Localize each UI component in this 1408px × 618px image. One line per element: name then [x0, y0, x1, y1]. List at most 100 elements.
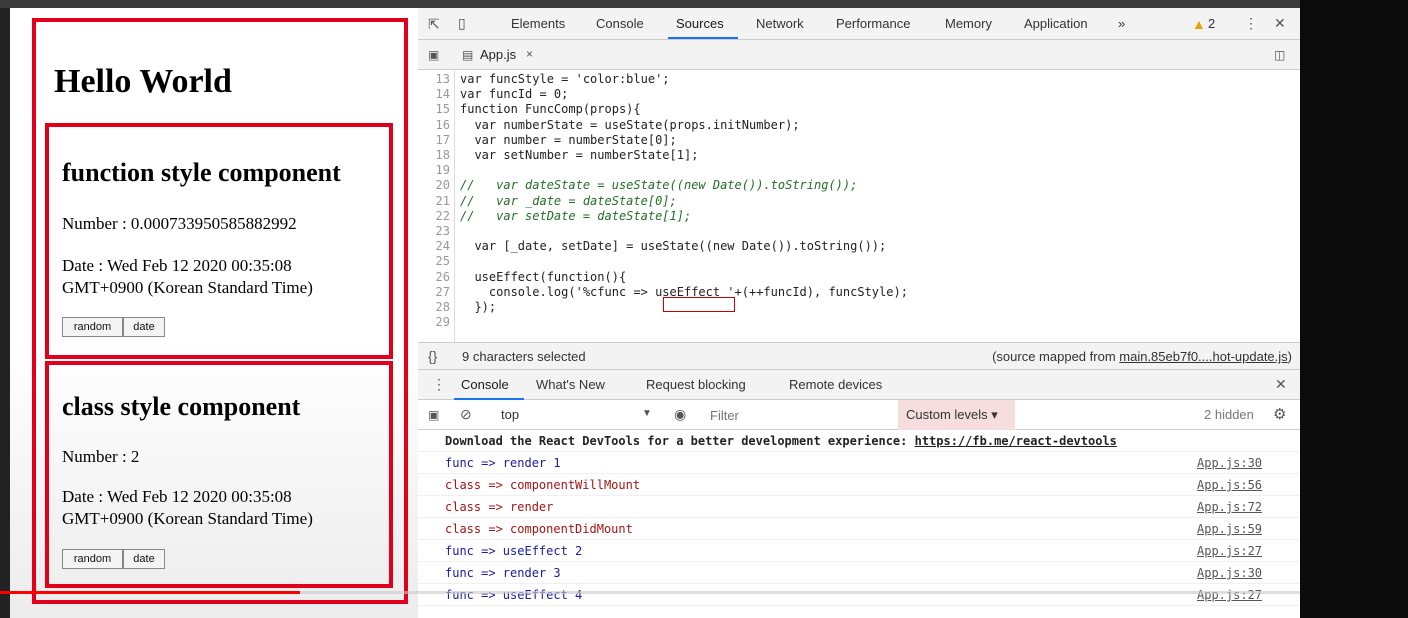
class-component-heading: class style component: [62, 392, 301, 421]
console-source-link[interactable]: App.js:30: [1197, 566, 1262, 580]
line-number[interactable]: 28: [418, 300, 450, 314]
line-number[interactable]: 15: [418, 102, 450, 116]
inspect-element-icon[interactable]: ⇱: [428, 17, 440, 31]
line-number[interactable]: 18: [418, 148, 450, 162]
code-line: var funcId = 0;: [460, 87, 569, 102]
active-tab-indicator: [668, 37, 738, 39]
source-file-bar: ▣ ▤ App.js × ◫: [418, 40, 1300, 70]
source-map-suffix: ): [1287, 349, 1292, 364]
chevron-down-icon[interactable]: ▼: [642, 408, 652, 419]
line-number[interactable]: 26: [418, 270, 450, 284]
top-strip: [0, 0, 1408, 8]
drawer-tabs: ⋮ Console What's New Request blocking Re…: [418, 370, 1300, 400]
source-map-status: (source mapped from main.85eb7f0....hot-…: [992, 349, 1292, 364]
console-link[interactable]: https://fb.me/react-devtools: [915, 434, 1117, 448]
line-number[interactable]: 17: [418, 133, 450, 147]
tab-network[interactable]: Network: [756, 16, 804, 31]
code-editor[interactable]: 13 var funcStyle = 'color:blue'; 14 var fun…: [418, 70, 1300, 342]
tab-console[interactable]: Console: [596, 16, 644, 31]
function-component-heading: function style component: [62, 158, 341, 187]
line-number[interactable]: 16: [418, 118, 450, 132]
class-date-button[interactable]: date: [123, 549, 165, 569]
eye-icon[interactable]: ◉: [674, 406, 686, 423]
tab-sources[interactable]: Sources: [676, 16, 724, 31]
selection-status: 9 characters selected: [462, 349, 586, 364]
clear-console-icon[interactable]: ⊘: [460, 406, 472, 423]
console-output[interactable]: Download the React DevTools for a better…: [418, 430, 1300, 618]
console-message-body: func => render 3: [445, 566, 561, 580]
console-message: class => componentDidMount App.js:59: [418, 518, 1300, 540]
console-message: class => componentWillMount App.js:56: [418, 474, 1300, 496]
close-file-icon[interactable]: ×: [526, 47, 533, 61]
console-settings-gear-icon[interactable]: ⚙: [1273, 405, 1286, 423]
file-tab-app-js[interactable]: App.js: [480, 47, 516, 62]
console-source-link[interactable]: App.js:56: [1197, 478, 1262, 492]
console-message-body: class => render: [445, 500, 554, 514]
function-date-button[interactable]: date: [123, 317, 165, 337]
video-progress-played[interactable]: [0, 591, 300, 594]
source-map-prefix: (source mapped from: [992, 349, 1120, 364]
line-number[interactable]: 20: [418, 178, 450, 192]
pretty-print-icon[interactable]: {}: [428, 348, 437, 364]
line-number[interactable]: 27: [418, 285, 450, 299]
code-line: // var dateState = useState((new Date())…: [460, 178, 858, 193]
console-message-text: func => render 3: [445, 566, 561, 580]
source-map-link[interactable]: main.85eb7f0....hot-update.js: [1119, 349, 1287, 364]
line-number[interactable]: 19: [418, 163, 450, 177]
line-number[interactable]: 23: [418, 224, 450, 238]
console-sidebar-icon[interactable]: ▣: [428, 408, 439, 422]
console-message-text: Download the React DevTools for a better…: [445, 434, 1117, 448]
console-message-body: class => componentWillMount: [445, 478, 641, 492]
drawer-tab-request-blocking[interactable]: Request blocking: [646, 377, 746, 392]
devtools-panel: ⇱ ▯ Elements Console Sources Network Per…: [418, 8, 1300, 618]
drawer-menu-icon[interactable]: ⋮: [432, 376, 446, 393]
drawer-tab-whats-new[interactable]: What's New: [536, 377, 605, 392]
code-line: var number = numberState[0];: [460, 132, 677, 147]
code-line: var setNumber = numberState[1];: [460, 148, 699, 162]
toggle-debugger-icon[interactable]: ◫: [1274, 48, 1285, 62]
warning-count[interactable]: 2: [1208, 16, 1215, 31]
console-source-link[interactable]: App.js:72: [1197, 500, 1262, 514]
filter-input[interactable]: [710, 405, 890, 425]
drawer-tab-console[interactable]: Console: [461, 377, 509, 392]
context-select[interactable]: top: [501, 407, 519, 422]
close-devtools-icon[interactable]: ✕: [1274, 16, 1286, 30]
line-number[interactable]: 21: [418, 194, 450, 208]
tab-memory[interactable]: Memory: [945, 16, 992, 31]
close-drawer-icon[interactable]: ✕: [1275, 376, 1287, 393]
line-number[interactable]: 24: [418, 239, 450, 253]
kebab-menu-icon[interactable]: ⋮: [1244, 16, 1258, 30]
toggle-navigator-icon[interactable]: ▣: [428, 48, 439, 62]
line-number[interactable]: 22: [418, 209, 450, 223]
console-source-link[interactable]: App.js:59: [1197, 522, 1262, 536]
console-source-link[interactable]: App.js:30: [1197, 456, 1262, 470]
console-message-body: Download the React DevTools for a better…: [445, 434, 915, 448]
class-random-button[interactable]: random: [62, 549, 123, 569]
code-line: var funcStyle = 'color:blue';: [460, 72, 670, 86]
console-message-body: func => useEffect 2: [445, 544, 583, 558]
tab-performance[interactable]: Performance: [836, 16, 910, 31]
screen: Hello World function style component Num…: [0, 0, 1408, 618]
more-tabs-icon[interactable]: »: [1118, 16, 1125, 31]
rendered-page: Hello World function style component Num…: [10, 8, 418, 618]
device-toolbar-icon[interactable]: ▯: [458, 16, 466, 30]
devtools-toolbar: ⇱ ▯ Elements Console Sources Network Per…: [418, 8, 1300, 40]
console-message-text: func => render 1: [445, 456, 561, 470]
function-random-button[interactable]: random: [62, 317, 123, 337]
console-message-text: class => componentDidMount: [445, 522, 633, 536]
line-number[interactable]: 14: [418, 87, 450, 101]
console-message-body: func => render 1: [445, 456, 561, 470]
warning-icon[interactable]: ▲: [1192, 17, 1206, 31]
file-icon: ▤: [462, 48, 474, 62]
drawer-tab-remote-devices[interactable]: Remote devices: [789, 377, 882, 392]
function-date-line2: GMT+0900 (Korean Standard Time): [62, 278, 313, 297]
tab-elements[interactable]: Elements: [511, 16, 565, 31]
line-number[interactable]: 13: [418, 72, 450, 86]
console-toolbar: ▣ ⊘ top ▼ ◉ Custom levels ▾ 2 hidden ⚙: [418, 400, 1300, 430]
line-number[interactable]: 29: [418, 315, 450, 329]
console-source-link[interactable]: App.js:27: [1197, 544, 1262, 558]
tab-application[interactable]: Application: [1024, 16, 1088, 31]
code-line: });: [460, 300, 497, 314]
line-number[interactable]: 25: [418, 254, 450, 268]
levels-dropdown[interactable]: Custom levels ▾: [906, 407, 998, 423]
